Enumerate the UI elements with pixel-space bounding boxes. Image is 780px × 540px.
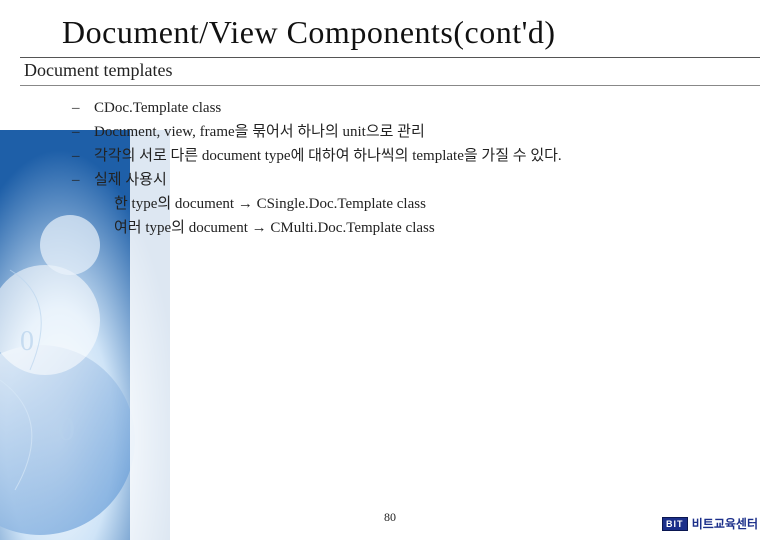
list-item: – 각각의 서로 다른 document type에 대하여 하나씩의 temp…: [72, 144, 740, 168]
slide: Document/View Components(cont'd) Documen…: [0, 0, 780, 540]
subheading-underline: [20, 85, 760, 86]
footer: 80 BIT 비트교육센터: [0, 510, 780, 532]
bullet-marker: –: [72, 96, 94, 120]
list-item: – Document, view, frame을 묶어서 하나의 unit으로 …: [72, 120, 740, 144]
bullet-marker: –: [72, 120, 94, 144]
bullet-text: 실제 사용시: [94, 168, 740, 192]
bullet-text: Document, view, frame을 묶어서 하나의 unit으로 관리: [94, 120, 740, 144]
subheading: Document templates: [0, 58, 780, 81]
bullet-text: CDoc.Template class: [94, 96, 740, 120]
sub-bullet-text: 여러 type의 document → CMulti.Doc.Template …: [72, 216, 740, 240]
logo-block: BIT 비트교육센터: [662, 515, 758, 532]
slide-title: Document/View Components(cont'd): [0, 0, 780, 55]
sub-bullet-text: 한 type의 document → CSingle.Doc.Template …: [72, 192, 740, 216]
page-number: 80: [384, 510, 396, 525]
list-item: – 실제 사용시: [72, 168, 740, 192]
content-block: – CDoc.Template class – Document, view, …: [0, 92, 780, 240]
bullet-marker: –: [72, 144, 94, 168]
bullet-marker: –: [72, 168, 94, 192]
logo-text: 비트교육센터: [692, 515, 758, 532]
logo-icon: BIT: [662, 517, 688, 531]
list-item: – CDoc.Template class: [72, 96, 740, 120]
bullet-text: 각각의 서로 다른 document type에 대하여 하나씩의 templa…: [94, 144, 740, 168]
